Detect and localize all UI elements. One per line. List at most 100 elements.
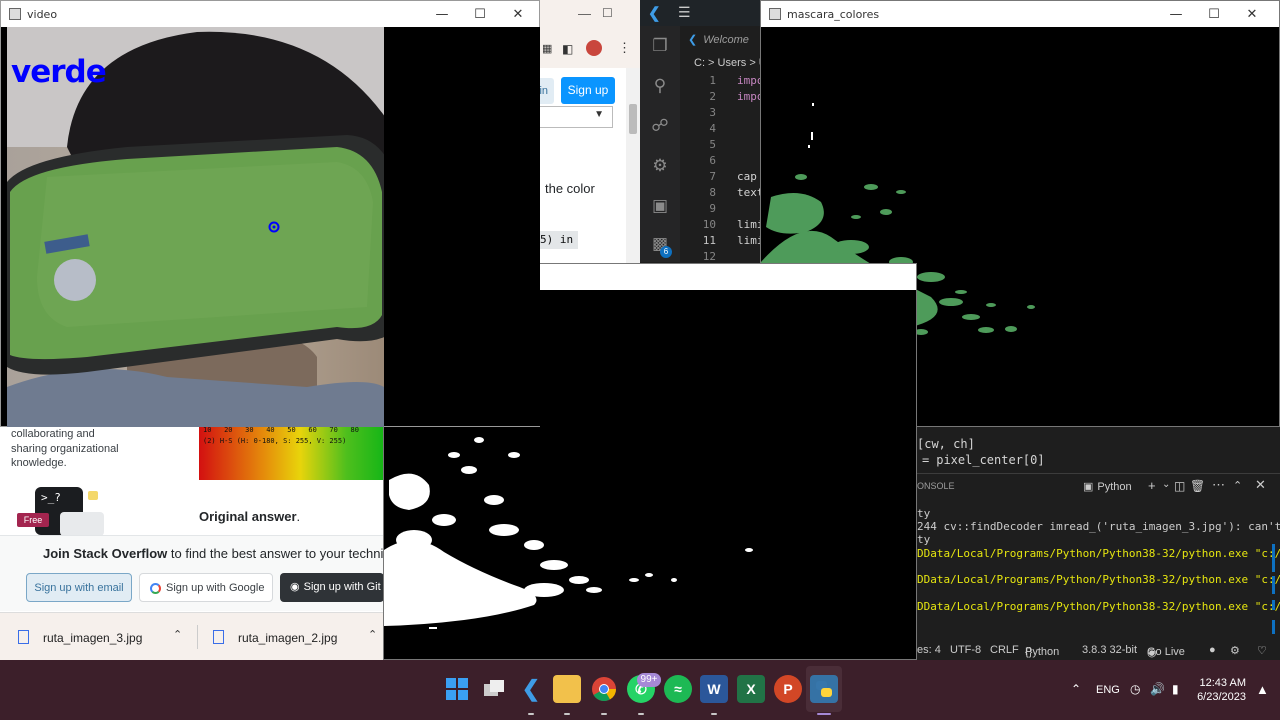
menu-icon[interactable]: ☰ [678,4,691,21]
github-icon: ◉ [290,581,300,593]
panel-divider [917,473,1280,474]
battery-icon[interactable]: ▮ [1172,682,1179,696]
volume-icon[interactable]: 🔊 [1150,682,1165,696]
trash-icon[interactable]: 🗑 [1190,479,1205,493]
close-icon[interactable]: ✕ [499,1,537,27]
chevron-up-icon[interactable]: ⌃ [368,628,377,641]
notification-bell-icon[interactable]: ▲ [1256,682,1269,697]
code-operator: = [922,453,930,467]
wifi-icon[interactable]: ◷ [1130,682,1140,696]
explorer-icon[interactable]: ❐ [650,36,670,56]
tab-debug-console[interactable]: ONSOLE [917,481,955,491]
remote-explorer-icon[interactable]: ▣ [650,196,670,216]
excel-icon[interactable]: X [737,675,765,703]
minimize-icon[interactable]: — [423,1,461,27]
running-indicator [564,713,570,715]
download-item[interactable]: ruta_imagen_2.jpg [213,630,337,645]
window-titlebar[interactable]: mascara_colores — ☐ ✕ [761,1,1279,27]
sidepanel-icon[interactable]: ◧ [562,42,573,56]
color-label: verde [11,54,107,90]
inline-code-fragment: 5) in [540,231,578,249]
new-terminal-icon[interactable]: + [1148,478,1156,493]
maximize-icon[interactable]: ☐ [602,6,613,20]
file-explorer-icon[interactable] [553,675,581,703]
chevron-up-icon[interactable]: ⌃ [173,628,182,641]
extensions-icon[interactable]: ▦ [542,42,552,55]
close-panel-icon[interactable]: ✕ [1255,477,1266,493]
line-number: 7 [709,170,716,183]
tab-welcome[interactable]: ❮ Welcome [688,33,749,46]
minimize-icon[interactable]: — [1157,1,1195,27]
gradient-caption: (2) H-S (H: 0-180, S: 255, V: 255) [203,437,347,445]
search-icon[interactable]: ⚲ [650,76,670,96]
terminal-line: DData/Local/Programs/Python/Python38-32/… [917,547,1280,560]
chevron-down-icon[interactable]: ⌄ [1162,479,1170,490]
signup-github-button[interactable]: ◉ Sign up with Git [280,573,384,602]
debug-icon[interactable]: ⚙ [650,156,670,176]
terminal-scroll-marker [1272,620,1275,634]
powerpoint-icon[interactable]: P [774,675,802,703]
video-window[interactable]: video — ☐ ✕ verde [0,0,540,427]
chevron-up-icon[interactable]: ⌃ [1071,682,1081,696]
line-number: 5 [709,138,716,151]
clock-date[interactable]: 6/23/2023 [1190,691,1246,703]
google-icon [150,582,161,594]
clock-time[interactable]: 12:43 AM [1198,677,1246,689]
terminal-scroll-marker [1272,600,1275,610]
more-icon[interactable]: ⋯ [1212,477,1225,493]
line-number: 6 [709,154,716,167]
browser-menu-icon[interactable]: ⋮ [618,40,631,56]
vscode-taskbar-icon[interactable]: ❮ [517,675,545,703]
terminal-line: 244 cv::findDecoder imread_('ruta_imagen… [917,520,1280,533]
minimize-icon[interactable]: — [578,6,591,21]
terminal-scroll-marker [1272,576,1275,594]
gradient-ticks: 10 20 30 40 50 60 70 80 [203,426,359,434]
python-icon[interactable] [810,675,838,703]
breadcrumb[interactable]: C: > Users > U [694,57,767,69]
editor-code-fragment: = pixel_center[0] [922,453,1045,467]
status-indentation[interactable]: es: 4 [917,644,941,656]
download-filename: ruta_imagen_3.jpg [43,631,143,645]
extensions-badge: 6 [660,246,672,258]
terminal-selector[interactable]: ▣ Python [1083,480,1132,493]
maximize-icon[interactable]: ☐ [461,1,499,27]
video-frame-padding [384,27,540,426]
download-item[interactable]: ruta_imagen_3.jpg [18,630,142,645]
activity-bar: ❐ ⚲ ☍ ⚙ ▣ ▩ 6 [640,26,680,262]
settings-sync-icon[interactable]: ⚙ [1230,644,1240,657]
scrollbar-thumb[interactable] [629,104,637,134]
maximize-icon[interactable]: ☐ [1195,1,1233,27]
start-button[interactable] [443,675,471,703]
signup-email-button[interactable]: Sign up with email [26,573,132,602]
status-interpreter[interactable]: 3.8.3 32-bit [1082,644,1137,656]
source-control-icon[interactable]: ☍ [650,116,670,136]
maximize-panel-icon[interactable]: ⌃ [1233,479,1242,492]
sort-select[interactable]: ▼ [540,106,613,128]
vscode-logo-icon: ❮ [648,5,661,22]
spotify-icon[interactable]: ≈ [664,675,692,703]
terminal-scroll-marker [1272,544,1275,572]
bell-icon[interactable]: ♡ [1257,644,1267,657]
line-number: 1 [709,74,716,87]
status-eol[interactable]: CRLF [990,644,1019,656]
close-icon[interactable]: ✕ [1233,1,1271,27]
signup-google-button[interactable]: Sign up with Google [139,573,273,602]
page-scrollbar[interactable] [626,68,640,268]
terminal-line: DData/Local/Programs/Python/Python38-32/… [917,600,1280,613]
signup-button[interactable]: Sign up [561,77,615,104]
chevron-down-icon: ▼ [594,109,604,120]
copilot-icon[interactable]: ● [1209,644,1216,656]
window-titlebar[interactable]: video — ☐ ✕ [1,1,539,27]
original-answer-heading: Original answer. [199,509,300,524]
profile-avatar[interactable] [586,40,602,56]
windows-logo-icon [446,678,468,700]
task-view-button[interactable] [480,675,508,703]
chrome-icon[interactable] [590,675,618,703]
window-title: mascara_colores [787,7,880,21]
word-icon[interactable]: W [700,675,728,703]
status-encoding[interactable]: UTF-8 [950,644,981,656]
terminal-line: ty [917,507,931,520]
notification-badge: 99+ [637,673,661,687]
split-terminal-icon[interactable]: ◫ [1174,479,1185,493]
language-indicator[interactable]: ENG [1096,684,1120,696]
